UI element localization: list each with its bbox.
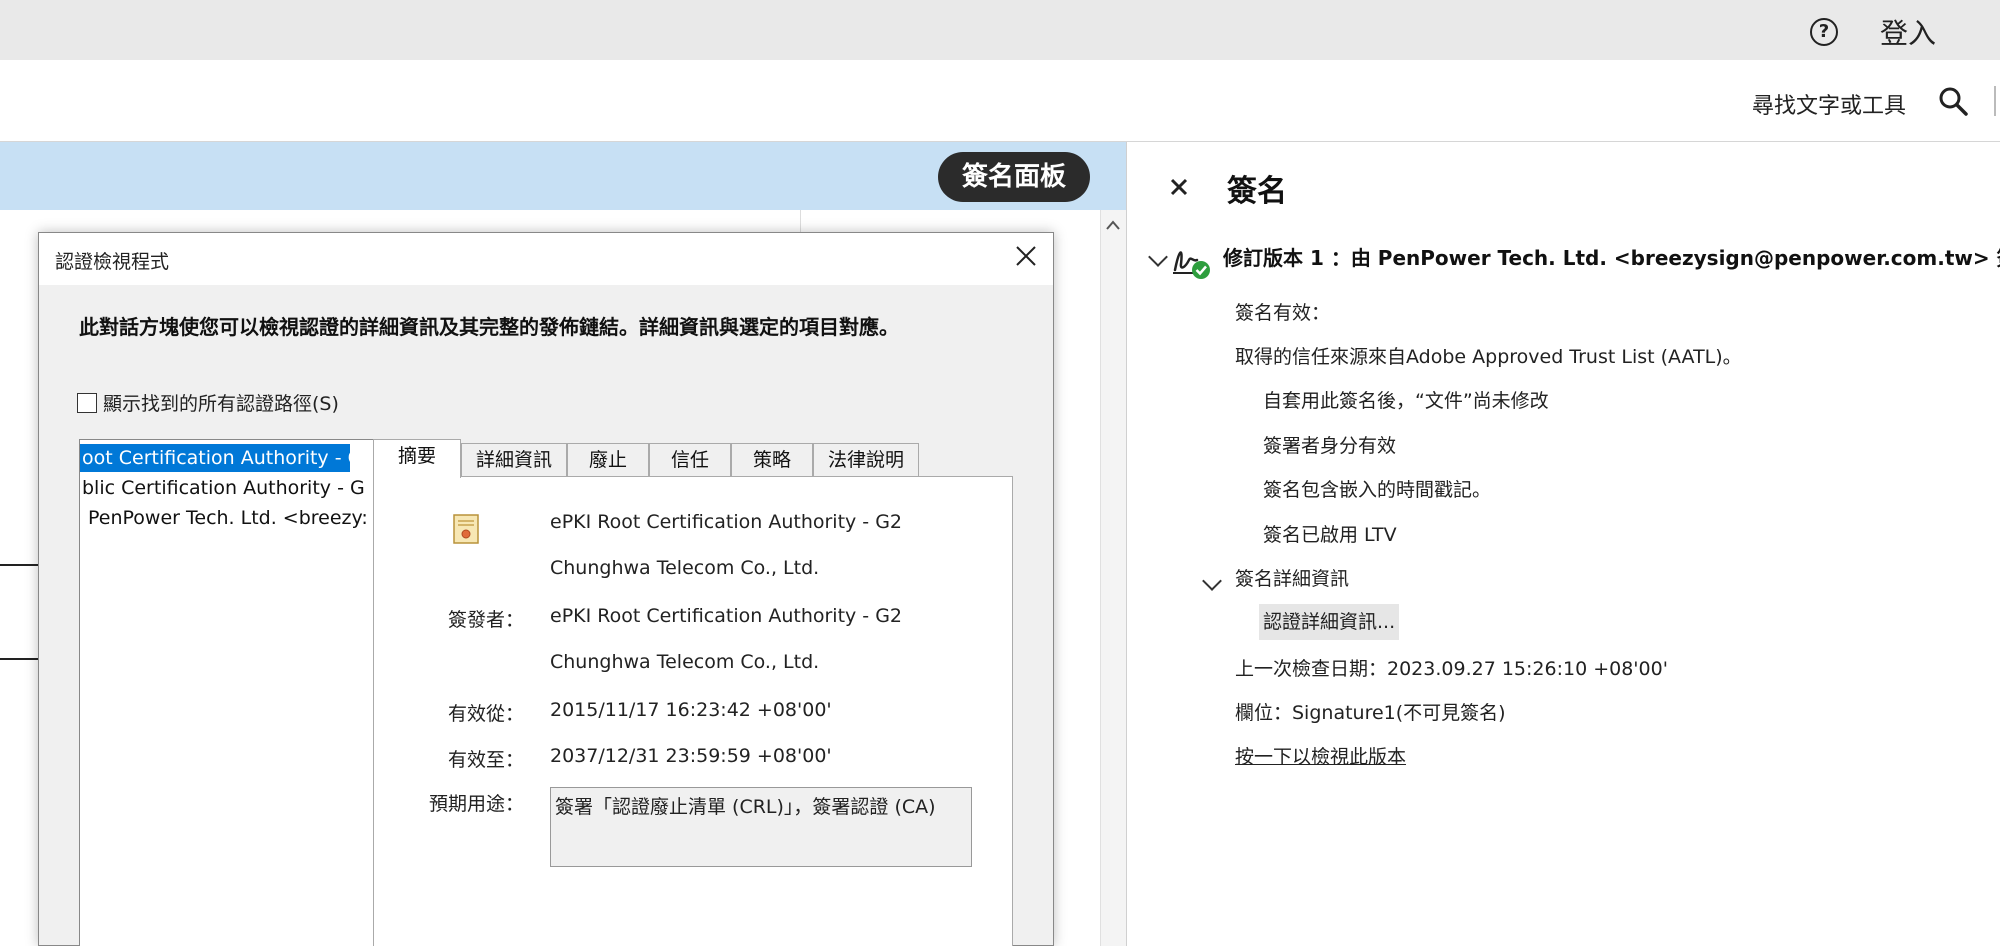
check-not-modified: 自套用此簽名後，“文件”尚未修改 [1263,390,1549,412]
tab-details[interactable]: 詳細資訊 [461,443,567,477]
check-ltv-enabled: 簽名已啟用 LTV [1263,524,1397,546]
panel-close-icon[interactable] [1169,174,1189,204]
issuer-name: ePKI Root Certification Authority - G2 [550,605,903,627]
issuer-label: 簽發者： [447,609,524,631]
chain-item-intermediate[interactable]: blic Certification Authority - G [80,474,365,502]
document-info-bar: 簽名面板 [0,142,1126,210]
toolbar-divider [1994,86,1996,116]
tab-revocation[interactable]: 廢止 [567,443,649,477]
field-text: 欄位：Signature1(不可見簽名) [1235,702,1506,724]
valid-to-label: 有效至： [447,749,524,771]
dialog-description: 此對話方塊使您可以檢視認證的詳細資訊及其完整的發佈鏈結。詳細資訊與選定的項目對應… [79,315,899,339]
certificate-details-button[interactable]: 認證詳細資訊... [1259,604,1400,640]
valid-from-label: 有效從： [447,703,524,725]
login-button[interactable]: 登入 [1880,12,1936,52]
document-scrollbar[interactable] [1100,210,1126,946]
dialog-title: 認證檢視程式 [55,251,170,273]
last-checked-text: 上一次檢查日期：2023.09.27 15:26:10 +08'00' [1235,658,1668,680]
dialog-close-icon[interactable] [1011,243,1041,273]
intended-usage-label: 預期用途： [428,793,524,815]
check-signer-identity-valid: 簽署者身分有效 [1263,435,1397,457]
checkbox-box[interactable] [77,392,97,413]
subject-org: Chunghwa Telecom Co., Ltd. [550,557,820,579]
show-all-paths-checkbox[interactable]: 顯示找到的所有認證路徑(S) [77,389,339,416]
page-rule-line [0,564,42,566]
certificate-chain-list[interactable]: oot Certification Authority - G blic Cer… [79,439,391,946]
scroll-up-arrow-icon[interactable] [1105,216,1121,235]
revision-chevron-down-icon[interactable] [1148,247,1168,267]
tab-legal-notice[interactable]: 法律說明 [813,443,919,477]
toolbar: 尋找文字或工具 [0,60,2000,142]
chain-item-signer[interactable]: PenPower Tech. Ltd. <breezy: [88,504,368,532]
trust-source-text: 取得的信任來源來自Adobe Approved Trust List (AATL… [1235,346,1742,368]
valid-from-value: 2015/11/17 16:23:42 +08'00' [550,699,832,721]
issuer-org: Chunghwa Telecom Co., Ltd. [550,651,820,673]
app-top-bar: ? 登入 [0,0,2000,60]
subject-name: ePKI Root Certification Authority - G2 [550,511,903,533]
tab-summary[interactable]: 摘要 [373,439,461,478]
find-tools-label[interactable]: 尋找文字或工具 [1752,88,1906,120]
signature-details-label[interactable]: 簽名詳細資訊 [1235,564,1349,591]
checkbox-label: 顯示找到的所有認證路徑(S) [103,393,339,415]
revision-title[interactable]: 修訂版本 1 ：由 PenPower Tech. Ltd. <breezysig… [1223,242,2000,271]
certificate-viewer-dialog: 認證檢視程式 此對話方塊使您可以檢視認證的詳細資訊及其完整的發佈鏈結。詳細資訊與… [38,232,1054,946]
search-icon[interactable] [1938,86,1968,116]
check-timestamp-embedded: 簽名包含嵌入的時間戳記。 [1263,479,1492,501]
summary-panel: ePKI Root Certification Authority - G2 C… [373,476,1013,946]
intended-usage-field[interactable]: 簽署「認證廢止清單 (CRL)」，簽署認證 (CA) [550,787,972,867]
certificate-icon [453,514,479,544]
tab-policies[interactable]: 策略 [731,443,813,477]
signature-panel-button[interactable]: 簽名面板 [938,152,1091,202]
panel-title: 簽名 [1227,174,1287,209]
tab-trust[interactable]: 信任 [649,443,731,477]
view-version-link[interactable]: 按一下以檢視此版本 [1235,742,1406,769]
help-icon[interactable]: ? [1810,18,1838,46]
signatures-panel: 簽名 修訂版本 1 ：由 PenPower Tech. Ltd. <breezy… [1126,142,2000,946]
page-rule-line [0,658,42,660]
dialog-title-bar: 認證檢視程式 [39,233,1053,285]
chain-item-root[interactable]: oot Certification Authority - G [80,444,362,472]
details-chevron-down-icon[interactable] [1202,571,1222,591]
valid-signature-icon [1173,251,1210,279]
signature-valid-label: 簽名有效： [1235,302,1331,324]
valid-to-value: 2037/12/31 23:59:59 +08'00' [550,745,832,767]
